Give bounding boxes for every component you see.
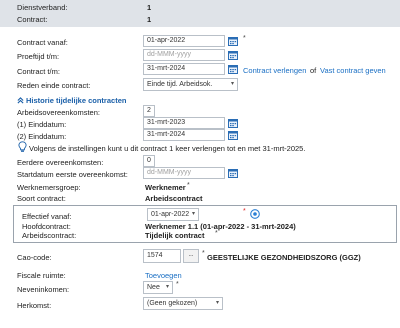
herkomst-label: Herkomst: (17, 301, 52, 310)
chevron-down-icon: ▾ (215, 300, 219, 306)
einddatum-2-input[interactable]: 31-mrt-2024 (143, 129, 225, 141)
arbeidsovereenkomsten-label: Arbeidsovereenkomsten: (17, 108, 100, 117)
hoofdcontract-label: Hoofdcontract: (22, 222, 71, 231)
effectief-vanaf-select[interactable]: 01-apr-2022 ▾ (147, 208, 199, 221)
contract-value: 1 (147, 15, 152, 24)
neveninkomen-select[interactable]: Nee ▾ (143, 281, 173, 294)
einddatum-1-label: (1) Einddatum: (17, 120, 67, 129)
reden-einde-label: Reden einde contract: (17, 81, 91, 90)
dienstverband-label: Dienstverband: (17, 3, 68, 12)
proeftijd-label: Proeftijd t/m: (17, 52, 60, 61)
herkomst-value: (Geen gekozen) (147, 300, 198, 307)
toevoegen-link[interactable]: Toevoegen (145, 271, 182, 280)
effectief-vanaf-label: Effectief vanaf: (22, 212, 72, 221)
eerdere-input[interactable]: 0 (143, 155, 155, 167)
soort-contract-value: Arbeidscontract (145, 194, 203, 203)
effectief-vanaf-value: 01-apr-2022 (151, 211, 190, 218)
contract-vanaf-input[interactable]: 01-apr-2022 (143, 35, 225, 47)
arbeidscontract-value: Tijdelijk contract (145, 231, 205, 240)
required-marker: * (202, 250, 205, 257)
contract-vanaf-label: Contract vanaf: (17, 38, 68, 47)
calendar-icon[interactable] (228, 36, 238, 46)
arbeidscontract-label: Arbeidscontract: (22, 231, 77, 240)
required-marker: * (176, 281, 179, 288)
calendar-icon[interactable] (228, 50, 238, 60)
hoofdcontract-value: Werknemer 1.1 (01-apr-2022 - 31-mrt-2024… (145, 222, 296, 231)
startdatum-input[interactable]: dd-MMM-yyyy (143, 167, 225, 179)
werknemersgroep-value: Werknemer (145, 183, 186, 192)
soort-contract-label: Soort contract: (17, 194, 66, 203)
historie-heading[interactable]: Historie tijdelijke contracten (26, 96, 126, 105)
required-marker: * (187, 182, 190, 189)
cao-lookup-button[interactable]: ... (183, 249, 199, 263)
chevron-double-up-icon[interactable] (17, 97, 24, 104)
lightbulb-icon (18, 141, 27, 152)
arbeidsovereenkomsten-input[interactable]: 2 (143, 105, 155, 117)
einddatum-1-input[interactable]: 31-mrt-2023 (143, 117, 225, 129)
cao-code-input[interactable]: 1574 (143, 249, 181, 263)
contract-tm-input[interactable]: 31-mrt-2024 (143, 63, 225, 75)
chevron-down-icon: ▾ (191, 211, 195, 217)
proeftijd-input[interactable]: dd-MMM-yyyy (143, 49, 225, 61)
reden-einde-select[interactable]: Einde tijd. Arbeidsok. ▾ (143, 78, 238, 91)
werknemersgroep-label: Werknemersgroep: (17, 183, 81, 192)
of-text: of (310, 66, 317, 75)
plus-circle-icon[interactable] (250, 209, 260, 219)
required-marker: * (243, 208, 246, 215)
neveninkomen-value: Nee (147, 284, 160, 291)
neveninkomen-label: Neveninkomen: (17, 285, 70, 294)
herkomst-select[interactable]: (Geen gekozen) ▾ (143, 297, 223, 310)
required-marker: * (243, 35, 246, 42)
contract-label: Contract: (17, 15, 48, 24)
info-text: Volgens de instellingen kunt u dit contr… (29, 144, 306, 153)
reden-einde-value: Einde tijd. Arbeidsok. (147, 81, 213, 88)
chevron-down-icon: ▾ (165, 284, 169, 290)
vast-contract-link[interactable]: Vast contract geven (320, 66, 386, 75)
fiscale-ruimte-label: Fiscale ruimte: (17, 271, 66, 280)
dienstverband-value: 1 (147, 3, 152, 12)
eerdere-label: Eerdere overeenkomsten: (17, 158, 104, 167)
startdatum-label: Startdatum eerste overeenkomst: (17, 170, 128, 179)
chevron-down-icon: ▾ (230, 81, 234, 87)
calendar-icon[interactable] (228, 168, 238, 178)
cao-code-label: Cao-code: (17, 253, 52, 262)
einddatum-2-label: (2) Einddatum: (17, 132, 67, 141)
required-marker: * (215, 230, 218, 237)
contract-tm-label: Contract t/m: (17, 67, 60, 76)
contract-verlengen-link[interactable]: Contract verlengen (243, 66, 306, 75)
calendar-icon[interactable] (228, 130, 238, 140)
calendar-icon[interactable] (228, 64, 238, 74)
cao-name: GEESTELIJKE GEZONDHEIDSZORG (GGZ) (207, 253, 361, 262)
calendar-icon[interactable] (228, 118, 238, 128)
